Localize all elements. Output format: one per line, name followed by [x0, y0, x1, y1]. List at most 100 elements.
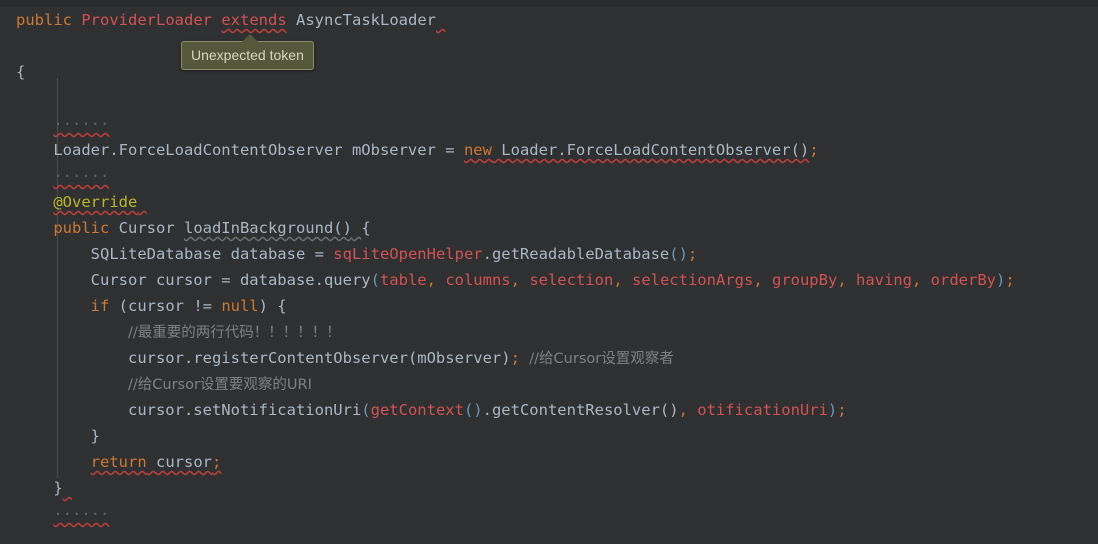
- code-line[interactable]: [0, 85, 1098, 111]
- code-token: extends: [221, 11, 287, 29]
- code-token: getContext: [370, 401, 464, 419]
- code-line[interactable]: cursor.setNotificationUri(getContext().g…: [0, 397, 1098, 423]
- code-token: ,: [837, 271, 856, 289]
- code-token: ;: [212, 453, 222, 471]
- error-tooltip: Unexpected token: [181, 33, 314, 70]
- code-token: (): [463, 401, 483, 419]
- code-token: ;: [1005, 271, 1015, 289]
- code-line[interactable]: }: [0, 423, 1098, 449]
- code-token: ) {: [258, 297, 287, 315]
- code-token: ProviderLoader: [81, 11, 212, 29]
- code-token: {: [16, 63, 26, 81]
- code-line[interactable]: [0, 527, 1098, 544]
- code-token: .getReadableDatabase: [482, 245, 670, 263]
- code-line[interactable]: Loader.ForceLoadContentObserver mObserve…: [0, 137, 1098, 163]
- code-token: cursor.setNotificationUri: [127, 401, 362, 419]
- code-token: (cursor !=: [109, 297, 222, 315]
- code-token: ;: [510, 349, 520, 367]
- code-line[interactable]: cursor.registerContentObserver(mObserver…: [0, 345, 1098, 371]
- code-line[interactable]: //最重要的两行代码！！！！！！: [0, 319, 1098, 345]
- code-line[interactable]: ······: [0, 501, 1098, 527]
- code-line[interactable]: public ProviderLoader extends AsyncTaskL…: [0, 7, 1098, 33]
- code-token: cursor: [156, 453, 212, 471]
- code-token: ;: [837, 401, 847, 419]
- code-token: otificationUri: [697, 401, 828, 419]
- code-token: if: [90, 297, 110, 315]
- tooltip-arrow-icon: [242, 34, 258, 42]
- code-line[interactable]: if (cursor != null) {: [0, 293, 1098, 319]
- code-token: ,: [613, 271, 632, 289]
- code-token: (: [370, 271, 380, 289]
- code-token: loadInBackground(): [183, 219, 352, 237]
- code-token: AsyncTaskLoader: [296, 11, 436, 29]
- code-token: cursor.registerContentObserver(mObserver…: [127, 349, 511, 367]
- code-token: Cursor cursor = database.query: [90, 271, 371, 289]
- code-token: }: [53, 479, 63, 497]
- code-token: Loader.ForceLoadContentObserver(): [501, 141, 810, 159]
- code-editor-window: public ProviderLoader extends AsyncTaskL…: [0, 0, 1098, 544]
- code-token: public: [16, 11, 72, 29]
- code-token: SQLiteDatabase database =: [90, 245, 334, 263]
- code-line[interactable]: ······: [0, 163, 1098, 189]
- code-token: ······: [53, 115, 110, 133]
- code-line[interactable]: ······: [0, 111, 1098, 137]
- code-token: ······: [53, 167, 110, 185]
- code-token: //最重要的两行代码！！！！！！: [127, 325, 341, 341]
- code-token: ,: [510, 271, 530, 289]
- code-token: }: [90, 427, 100, 445]
- code-token: {: [361, 219, 371, 237]
- code-token: selectionArgs: [631, 271, 754, 289]
- code-token: Cursor: [109, 219, 184, 237]
- code-token: ): [995, 271, 1006, 289]
- code-text-area[interactable]: public ProviderLoader extends AsyncTaskL…: [0, 7, 1098, 544]
- tooltip-text: Unexpected token: [191, 47, 304, 63]
- code-line[interactable]: SQLiteDatabase database = sqLiteOpenHelp…: [0, 241, 1098, 267]
- code-token: orderBy: [930, 271, 996, 289]
- code-token: ,: [911, 271, 931, 289]
- code-line[interactable]: return cursor;: [0, 449, 1098, 475]
- code-token: ;: [809, 141, 819, 159]
- code-token: //给Cursor设置要观察的URI: [127, 377, 312, 393]
- code-token: having: [855, 271, 912, 289]
- code-token: ,: [426, 271, 446, 289]
- code-token: .getContentResolver(): [482, 401, 679, 419]
- code-token: (): [669, 245, 688, 263]
- code-line[interactable]: {: [0, 59, 1098, 85]
- code-token: sqLiteOpenHelper: [333, 245, 483, 263]
- code-line[interactable]: Cursor cursor = database.query(table, co…: [0, 267, 1098, 293]
- code-line[interactable]: }: [0, 475, 1098, 501]
- code-token: groupBy: [771, 271, 838, 289]
- code-line[interactable]: //给Cursor设置要观察的URI: [0, 371, 1098, 397]
- code-line[interactable]: public Cursor loadInBackground() {: [0, 215, 1098, 241]
- code-token: ,: [678, 401, 698, 419]
- code-token: new: [463, 141, 492, 159]
- code-token: ,: [753, 271, 772, 289]
- code-token: @Override: [53, 193, 138, 211]
- code-token: ;: [687, 245, 698, 263]
- code-line[interactable]: [0, 33, 1098, 59]
- code-line[interactable]: @Override: [0, 189, 1098, 215]
- editor-top-edge: [0, 0, 1098, 7]
- code-token: public: [53, 219, 110, 237]
- code-token: selection: [529, 271, 614, 289]
